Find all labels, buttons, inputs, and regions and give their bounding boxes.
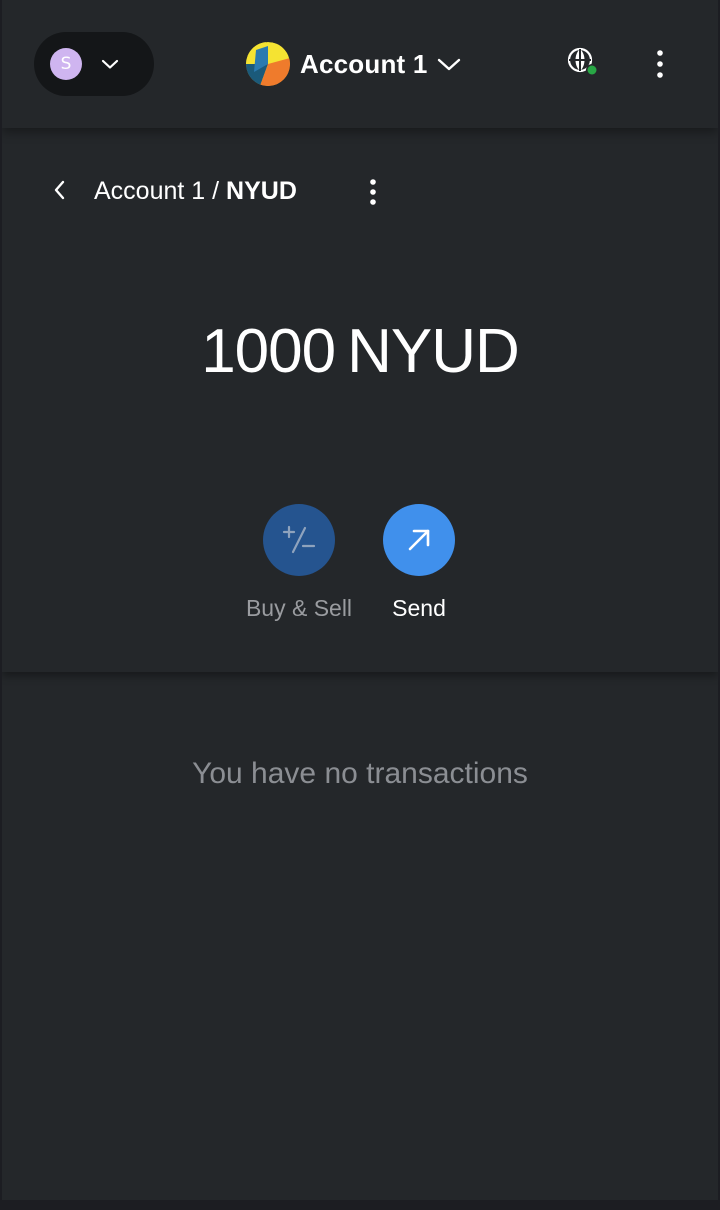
- vertical-dots-icon[interactable]: [358, 172, 388, 212]
- network-avatar: S: [50, 48, 82, 80]
- breadcrumb-token: NYUD: [226, 177, 297, 205]
- wallet-popup: S Account 1 Account 1 / NYUD 1000 NYUD B…: [2, 0, 718, 1200]
- balance-amount: 1000: [201, 317, 336, 386]
- asset-overview: Account 1 / NYUD 1000 NYUD Buy & Sell Se…: [2, 128, 718, 672]
- account-picker-button[interactable]: Account 1: [246, 40, 463, 88]
- chevron-left-icon[interactable]: [44, 172, 76, 208]
- token-balance: 1000 NYUD: [2, 314, 718, 390]
- network-picker-button[interactable]: S: [34, 32, 154, 96]
- no-transactions-message: You have no transactions: [192, 757, 528, 790]
- app-header: S Account 1: [2, 0, 718, 128]
- plus-minus-icon: [282, 525, 316, 554]
- send-button[interactable]: Send: [359, 504, 479, 622]
- chevron-down-icon: [101, 59, 119, 69]
- balance-unit: NYUD: [347, 317, 520, 386]
- buy-sell-circle[interactable]: [263, 504, 335, 576]
- send-label: Send: [392, 595, 446, 621]
- buy-sell-button[interactable]: Buy & Sell: [239, 504, 359, 622]
- send-circle[interactable]: [383, 504, 455, 576]
- breadcrumb: Account 1 / NYUD: [94, 172, 297, 210]
- breadcrumb-account: Account 1 /: [94, 177, 227, 205]
- chevron-down-icon: [438, 58, 461, 71]
- buy-sell-label: Buy & Sell: [245, 595, 353, 621]
- globe-connected-icon[interactable]: [564, 44, 600, 80]
- account-name: Account 1: [300, 48, 428, 79]
- account-avatar-icon: [246, 42, 290, 86]
- vertical-dots-icon[interactable]: [642, 44, 678, 84]
- arrow-up-right-icon: [408, 529, 430, 551]
